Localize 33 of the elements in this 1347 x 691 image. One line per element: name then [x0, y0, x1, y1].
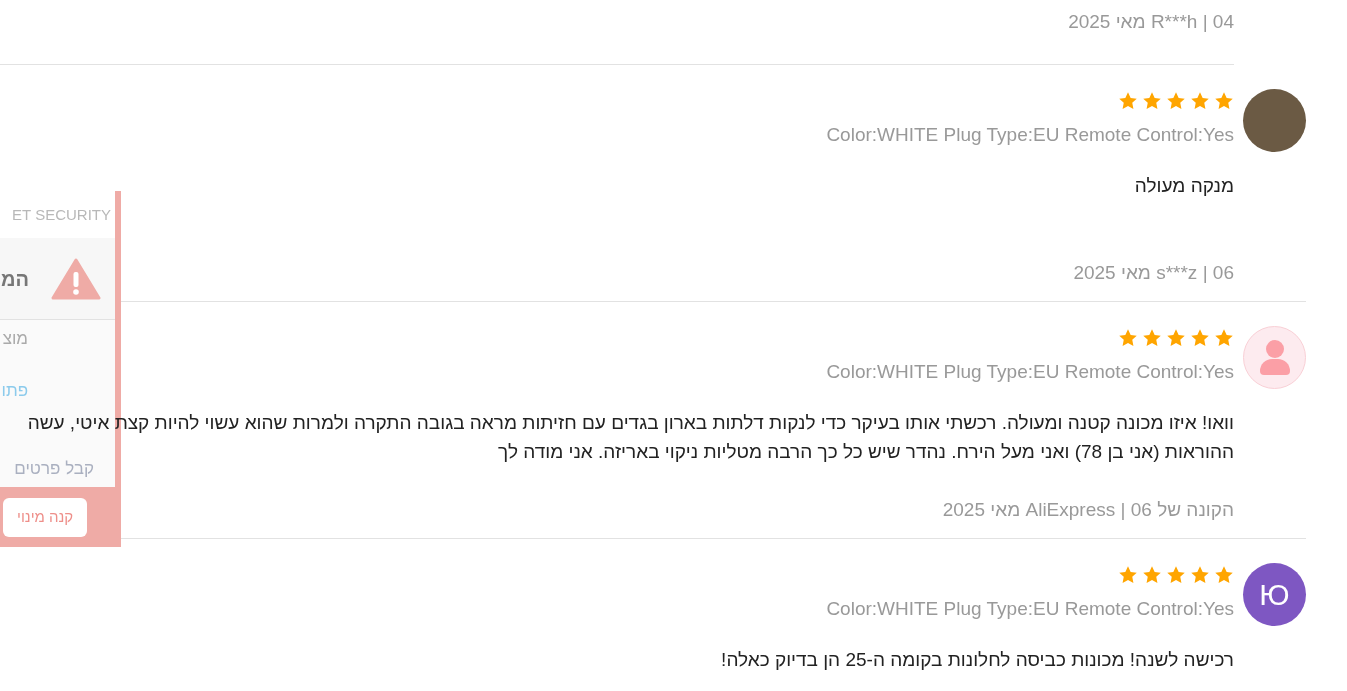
review-date: R***h | 04 מאי 2025	[1068, 11, 1234, 32]
popup-text: מוצ	[1, 328, 28, 350]
avatar-letter: Ю	[1243, 563, 1306, 626]
star-icon	[1118, 565, 1138, 585]
review-text: רכישה לשנה! מכונות כביסה לחלונות בקומה ה-25 הן בדיוק כאלה!	[721, 649, 1234, 670]
popup-title: המ	[0, 266, 29, 292]
star-icon	[1118, 91, 1138, 111]
star-icon	[1166, 328, 1186, 348]
star-icon	[1118, 328, 1138, 348]
warning-icon	[51, 257, 101, 300]
review-text: וואו! איזו מכונה קטנה ומעולה. רכשתי אותו בעיקר כדי לנקות דלתות בארון בגדים עם חזיתות מראה בגובה התקרה ולמרות שהוא עשוי להיות קצת איטי, עשה	[27, 412, 1234, 433]
product-options: Color:WHITE Plug Type:EU Remote Control:Yes	[826, 598, 1234, 619]
star-icon	[1166, 565, 1186, 585]
star-icon	[1214, 565, 1234, 585]
star-icon	[1214, 91, 1234, 111]
popup-link[interactable]: פתו	[0, 377, 28, 403]
buy-subscription-button[interactable]: קנה מינוי	[3, 497, 88, 537]
review-date: הקונה של AliExpress | 06 מאי 2025	[942, 499, 1234, 520]
popup-text: קבל פרטים	[13, 458, 94, 480]
star-icon	[1190, 565, 1210, 585]
star-icon	[1142, 565, 1162, 585]
product-options: Color:WHITE Plug Type:EU Remote Control:Yes	[826, 124, 1234, 145]
review-text: ההוראות (אני בן 78) ואני מעל הירח. נהדר שיש כל כך הרבה מטליות ניקוי באריזה. אני מודה לך	[498, 441, 1234, 462]
star-icon	[1166, 91, 1186, 111]
review-date: s***z | 06 מאי 2025	[1073, 262, 1234, 283]
star-icon	[1142, 91, 1162, 111]
star-icon	[1190, 328, 1210, 348]
review-text: מנקה מעולה	[1134, 175, 1234, 196]
popup-header: ET SECURITY	[12, 204, 111, 225]
star-icon	[1142, 328, 1162, 348]
star-icon	[1214, 328, 1234, 348]
star-icon	[1190, 91, 1210, 111]
product-options: Color:WHITE Plug Type:EU Remote Control:Yes	[826, 361, 1234, 382]
